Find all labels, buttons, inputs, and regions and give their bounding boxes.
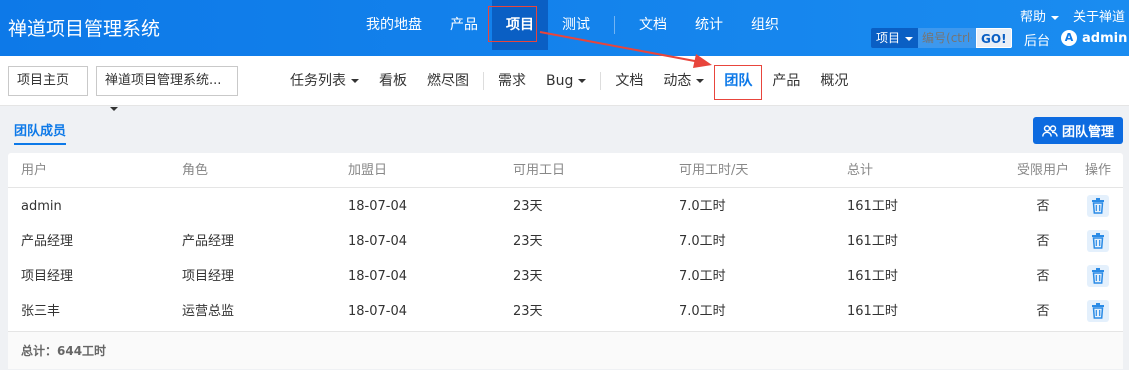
cell-user: admin: [21, 199, 62, 214]
cell-total: 161工时: [847, 304, 898, 319]
backend-link[interactable]: 后台: [1024, 30, 1050, 49]
table-row: 项目经理 项目经理 18-07-04 23天 7.0工时 161工时 否: [8, 259, 1123, 294]
cell-limited: 否: [1036, 199, 1050, 214]
users-icon: [1042, 124, 1058, 137]
col-actions: 操作: [1084, 163, 1111, 178]
avatar: A: [1061, 30, 1077, 46]
subnav-team[interactable]: 团队: [714, 56, 762, 106]
total-hours: 总计：644工时: [21, 344, 107, 358]
about-link[interactable]: 关于禅道: [1073, 6, 1125, 25]
user-name: admin: [1082, 30, 1128, 46]
cell-total: 161工时: [847, 269, 898, 284]
cell-total: 161工时: [847, 234, 898, 249]
cell-join: 18-07-04: [348, 234, 408, 249]
cell-limited: 否: [1036, 304, 1050, 319]
cell-days: 23天: [513, 269, 543, 284]
col-join[interactable]: 加盟日: [348, 153, 387, 188]
delete-button[interactable]: [1087, 300, 1109, 322]
nav-doc[interactable]: 文档: [625, 0, 681, 50]
search-input[interactable]: [918, 28, 977, 48]
search-scope-select[interactable]: 项目: [871, 28, 919, 48]
subnav-burn[interactable]: 燃尽图: [417, 56, 479, 106]
col-user[interactable]: 用户: [21, 153, 47, 188]
chevron-down-icon: [696, 79, 705, 83]
cell-join: 18-07-04: [348, 199, 408, 214]
col-role[interactable]: 角色: [182, 153, 208, 188]
breadcrumb-home[interactable]: 项目主页: [8, 66, 88, 96]
subnav-bug[interactable]: Bug: [536, 56, 596, 106]
trash-icon: [1092, 233, 1104, 249]
chevron-down-icon: [578, 79, 587, 83]
cell-limited: 否: [1036, 234, 1050, 249]
subnav-divider: [483, 72, 484, 90]
top-navbar: 禅道项目管理系统 我的地盘 产品 项目 测试 文档 统计 组织 帮助 关于禅道 …: [0, 0, 1129, 56]
trash-icon: [1092, 268, 1104, 284]
col-limited[interactable]: 受限用户: [1016, 153, 1070, 188]
team-table: 用户 角色 加盟日 可用工日 可用工时/天 总计 受限用户 操作 admin 1…: [8, 153, 1123, 369]
subnav-dynamic[interactable]: 动态: [653, 56, 714, 106]
cell-join: 18-07-04: [348, 269, 408, 284]
subnav-product[interactable]: 产品: [762, 56, 810, 106]
sub-navbar: 项目主页 禅道项目管理系统... 任务列表 看板 燃尽图 需求 Bug 文档 动…: [0, 56, 1129, 111]
top-right-links: 帮助 关于禅道: [1020, 6, 1125, 25]
table-row: 张三丰 运营总监 18-07-04 23天 7.0工时 161工时 否: [8, 294, 1123, 329]
breadcrumb-project[interactable]: 禅道项目管理系统...: [96, 66, 238, 111]
delete-button[interactable]: [1087, 230, 1109, 252]
cell-user: 张三丰: [21, 304, 61, 319]
trash-icon: [1092, 198, 1104, 214]
nav-test[interactable]: 测试: [548, 0, 604, 50]
sub-nav: 任务列表 看板 燃尽图 需求 Bug 文档 动态 团队 产品 概况: [280, 56, 858, 106]
cell-user: 产品经理: [21, 234, 74, 249]
cell-days: 23天: [513, 199, 543, 214]
delete-button[interactable]: [1087, 265, 1109, 287]
nav-divider: [614, 16, 615, 34]
cell-role: 产品经理: [182, 234, 235, 249]
cell-days: 23天: [513, 234, 543, 249]
col-total[interactable]: 总计: [847, 153, 873, 188]
cell-join: 18-07-04: [348, 304, 408, 319]
team-manage-button[interactable]: 团队管理: [1033, 117, 1123, 144]
search-bar: 项目 GO!: [871, 28, 1012, 48]
cell-hours: 7.0工时: [679, 199, 726, 214]
nav-my[interactable]: 我的地盘: [352, 0, 436, 50]
subnav-doc[interactable]: 文档: [605, 56, 653, 106]
col-days[interactable]: 可用工日: [513, 153, 565, 188]
subnav-divider: [600, 72, 602, 90]
cell-hours: 7.0工时: [679, 269, 726, 284]
cell-role: 运营总监: [182, 304, 235, 319]
cell-user: 项目经理: [21, 269, 74, 284]
subnav-story[interactable]: 需求: [488, 56, 536, 106]
col-hours[interactable]: 可用工时/天: [679, 153, 748, 188]
chevron-down-icon: [905, 36, 914, 41]
app-title[interactable]: 禅道项目管理系统: [8, 14, 160, 41]
subnav-task[interactable]: 任务列表: [280, 56, 369, 106]
subnav-kanban[interactable]: 看板: [369, 56, 417, 106]
nav-product[interactable]: 产品: [436, 0, 492, 50]
cell-days: 23天: [513, 304, 543, 319]
chevron-down-icon: [351, 79, 359, 83]
table-header: 用户 角色 加盟日 可用工日 可用工时/天 总计 受限用户 操作: [8, 153, 1123, 188]
main-nav: 我的地盘 产品 项目 测试 文档 统计 组织: [352, 0, 793, 50]
cell-total: 161工时: [847, 199, 898, 214]
nav-company[interactable]: 组织: [737, 0, 793, 50]
user-menu[interactable]: A admin: [1061, 30, 1129, 46]
tab-team-members[interactable]: 团队成员: [14, 120, 67, 145]
table-footer: 总计：644工时: [8, 331, 1123, 369]
table-row: admin 18-07-04 23天 7.0工时 161工时 否: [8, 189, 1123, 224]
cell-hours: 7.0工时: [679, 234, 726, 249]
delete-button[interactable]: [1087, 195, 1109, 217]
search-go-button[interactable]: GO!: [976, 28, 1012, 48]
cell-hours: 7.0工时: [679, 304, 726, 319]
cell-role: 项目经理: [182, 269, 235, 284]
chevron-down-icon: [110, 106, 118, 111]
trash-icon: [1092, 303, 1104, 319]
table-row: 产品经理 产品经理 18-07-04 23天 7.0工时 161工时 否: [8, 224, 1123, 259]
cell-limited: 否: [1036, 269, 1050, 284]
subnav-view[interactable]: 概况: [810, 56, 858, 106]
nav-project[interactable]: 项目: [492, 0, 548, 50]
chevron-down-icon: [1050, 15, 1059, 20]
nav-report[interactable]: 统计: [681, 0, 737, 50]
help-menu[interactable]: 帮助: [1020, 6, 1059, 25]
